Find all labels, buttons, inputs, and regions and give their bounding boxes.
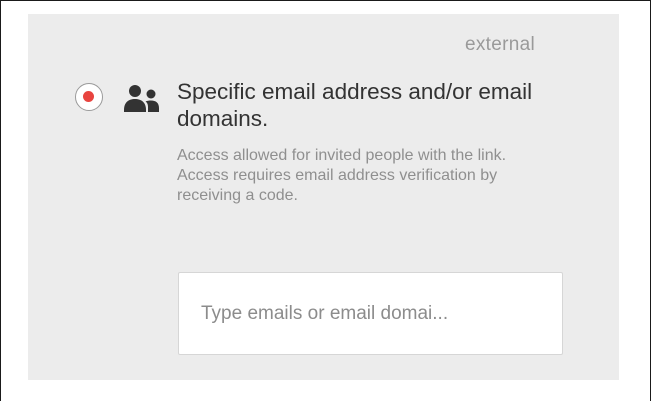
option-label-external: external: [465, 34, 535, 55]
email-domains-input[interactable]: [178, 272, 563, 355]
radio-selected-dot: [83, 91, 94, 102]
option-title: Specific email address and/or email doma…: [177, 79, 533, 131]
people-icon: [124, 85, 159, 112]
specific-emails-radio[interactable]: [75, 83, 103, 111]
option-description: Access allowed for invited people with t…: [177, 147, 507, 204]
